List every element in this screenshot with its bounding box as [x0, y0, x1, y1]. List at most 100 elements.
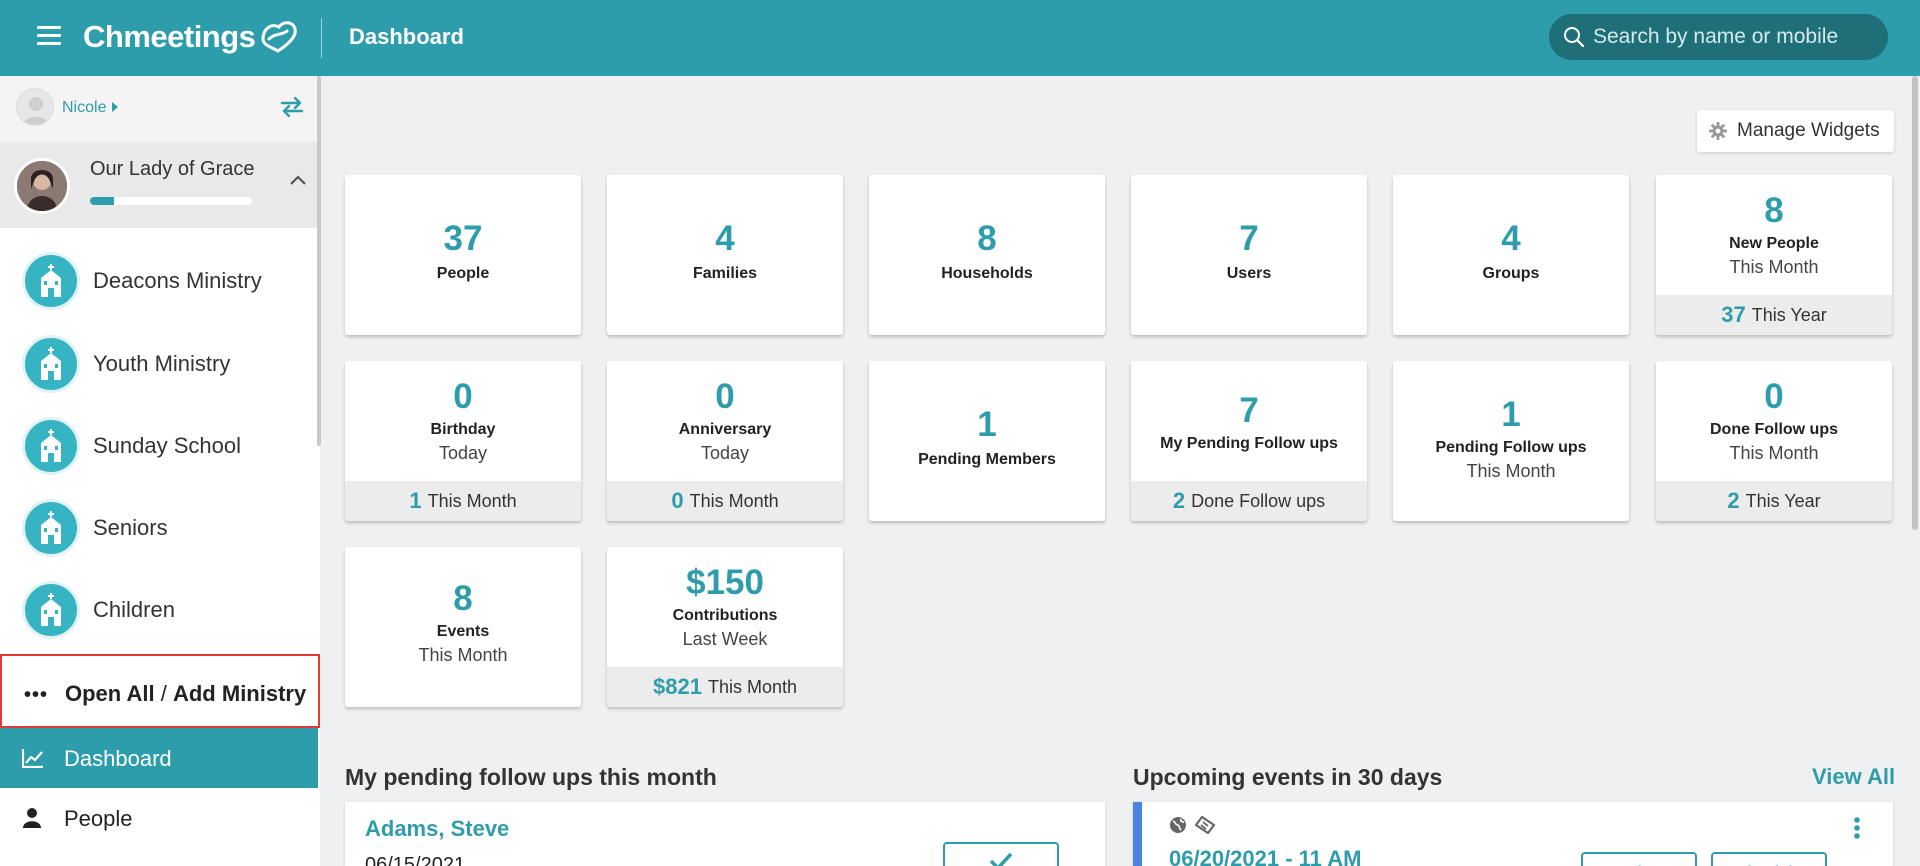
ministry-label: Youth Ministry: [93, 351, 231, 376]
switch-arrows-icon[interactable]: [280, 96, 304, 118]
user-name: Nicole: [62, 99, 107, 116]
ministry-item[interactable]: Deacons Ministry: [0, 240, 318, 322]
search-input[interactable]: [1593, 25, 1883, 49]
open-all-add-ministry-button[interactable]: ••• Open All / Add Ministry: [0, 654, 320, 728]
widget-value: 0: [715, 377, 735, 416]
widget-value: 1: [977, 405, 997, 444]
widget-value: 8: [453, 579, 473, 618]
main-scrollbar[interactable]: [1912, 76, 1918, 530]
widget-label: Birthday: [430, 421, 496, 438]
followup-date: 06/15/2021: [365, 854, 466, 866]
widget-value: 0: [1764, 377, 1784, 416]
widget-label: Pending Members: [918, 451, 1056, 468]
sidebar-scrollbar[interactable]: [317, 76, 321, 446]
widget-footer: 2 This Year: [1656, 481, 1892, 521]
widget-label: Pending Follow ups: [1435, 439, 1587, 456]
followups-section-title: My pending follow ups this month: [345, 764, 717, 790]
widget-sub: Today: [438, 443, 488, 463]
events-section-title: Upcoming events in 30 days: [1133, 764, 1443, 790]
widget-footer-label: This Year: [1745, 490, 1821, 511]
widget-footer-value: 0: [671, 488, 684, 513]
widget-footer-value: 1: [409, 488, 422, 513]
ministry-item[interactable]: Youth Ministry: [0, 323, 318, 405]
widget-value: 1: [1501, 395, 1521, 434]
view-all-events-link[interactable]: View All: [1812, 764, 1895, 790]
ministry-label: Children: [93, 597, 175, 622]
hamburger-menu-icon[interactable]: [37, 26, 61, 46]
widget-families[interactable]: 4 Families: [607, 175, 843, 335]
user-avatar[interactable]: [16, 88, 54, 126]
event-date-link[interactable]: 06/20/2021 - 11 AM: [1169, 846, 1361, 866]
widget-footer: 2 Done Follow ups: [1131, 481, 1367, 521]
event-check-in-button[interactable]: Check in: [1711, 852, 1827, 866]
widget-footer-value: 2: [1727, 488, 1740, 513]
widget-contributions[interactable]: $150 Contributions Last Week $821 This Mo…: [607, 547, 843, 707]
open-all-label: Open All / Add Ministry: [65, 681, 307, 706]
ticket-icon: [1195, 816, 1215, 834]
widget-pending-members[interactable]: 1 Pending Members: [869, 361, 1105, 521]
widget-footer: 37 This Year: [1656, 295, 1892, 335]
user-row: Nicole: [0, 76, 318, 142]
search-box[interactable]: [1549, 14, 1888, 60]
widget-new-people[interactable]: 8 New People This Month 37 This Year: [1656, 175, 1892, 335]
brand-name: Chmeetings: [83, 19, 256, 54]
org-avatar: [14, 158, 70, 214]
widget-footer-label: This Month: [427, 490, 517, 511]
kebab-menu-icon[interactable]: [1853, 816, 1861, 840]
ministry-label: Sunday School: [93, 433, 241, 458]
widget-label: Contributions: [672, 607, 778, 624]
checkmark-icon: [989, 852, 1013, 866]
widget-label: New People: [1729, 235, 1819, 252]
page-title: Dashboard: [349, 24, 464, 49]
org-progress-bar: [90, 197, 252, 205]
top-bar: Chmeetings Dashboard: [0, 0, 1920, 76]
nav-people-label: People: [64, 806, 133, 831]
widget-sub: Today: [700, 443, 750, 463]
widget-label: Anniversary: [678, 421, 772, 438]
widget-anniversary[interactable]: 0 Anniversary Today 0 This Month: [607, 361, 843, 521]
widget-users[interactable]: 7 Users: [1131, 175, 1367, 335]
church-icon: [22, 252, 80, 310]
widget-birthday[interactable]: 0 Birthday Today 1 This Month: [345, 361, 581, 521]
ministry-item[interactable]: Seniors: [0, 487, 318, 569]
widget-value: 4: [1501, 219, 1521, 258]
widget-value: 7: [1239, 391, 1259, 430]
user-menu[interactable]: Nicole: [62, 99, 119, 117]
brand-logo[interactable]: Chmeetings: [83, 14, 299, 60]
nav-people[interactable]: People: [0, 788, 318, 848]
widget-done-follow-ups[interactable]: 0 Done Follow ups This Month 2 This Year: [1656, 361, 1892, 521]
widget-label: Groups: [1482, 265, 1540, 282]
caret-right-icon: [111, 102, 118, 112]
widget-label: Done Follow ups: [1710, 421, 1838, 438]
widget-value: 0: [453, 377, 473, 416]
ministry-label: Deacons Ministry: [93, 268, 262, 293]
complete-followup-button[interactable]: [943, 842, 1059, 866]
header-divider: [321, 18, 322, 58]
widget-my-pending-follow-ups[interactable]: 7 My Pending Follow ups 2 Done Follow ups: [1131, 361, 1367, 521]
chevron-up-icon[interactable]: [290, 175, 306, 185]
widget-households[interactable]: 8 Households: [869, 175, 1105, 335]
sidebar: Nicole Our Lady of Grace Deacons Ministr…: [0, 76, 320, 866]
globe-icon: [1170, 817, 1186, 833]
ministry-item[interactable]: Sunday School: [0, 405, 318, 487]
widget-footer-label: This Year: [1751, 304, 1827, 325]
widget-groups[interactable]: 4 Groups: [1393, 175, 1629, 335]
widget-people[interactable]: 37 People: [345, 175, 581, 335]
followup-person-link[interactable]: Adams, Steve: [365, 816, 509, 842]
nav-dashboard-label: Dashboard: [64, 746, 172, 771]
manage-widgets-label: Manage Widgets: [1737, 120, 1880, 141]
widget-value: 37: [443, 219, 483, 258]
widget-footer-label: Done Follow ups: [1191, 490, 1326, 511]
widget-label: Families: [692, 265, 758, 282]
widget-pending-follow-ups[interactable]: 1 Pending Follow ups This Month: [1393, 361, 1629, 521]
event-register-button[interactable]: Register: [1581, 852, 1697, 866]
gear-icon: [1709, 122, 1727, 140]
widget-label: People: [436, 265, 490, 282]
manage-widgets-button[interactable]: Manage Widgets: [1697, 110, 1894, 152]
widget-events[interactable]: 8 Events This Month: [345, 547, 581, 707]
widget-footer-value: 37: [1721, 302, 1746, 327]
ministry-item[interactable]: Children: [0, 569, 318, 651]
widget-label: Users: [1226, 265, 1272, 282]
organization-row[interactable]: Our Lady of Grace: [0, 142, 318, 228]
nav-dashboard[interactable]: Dashboard: [0, 728, 318, 788]
